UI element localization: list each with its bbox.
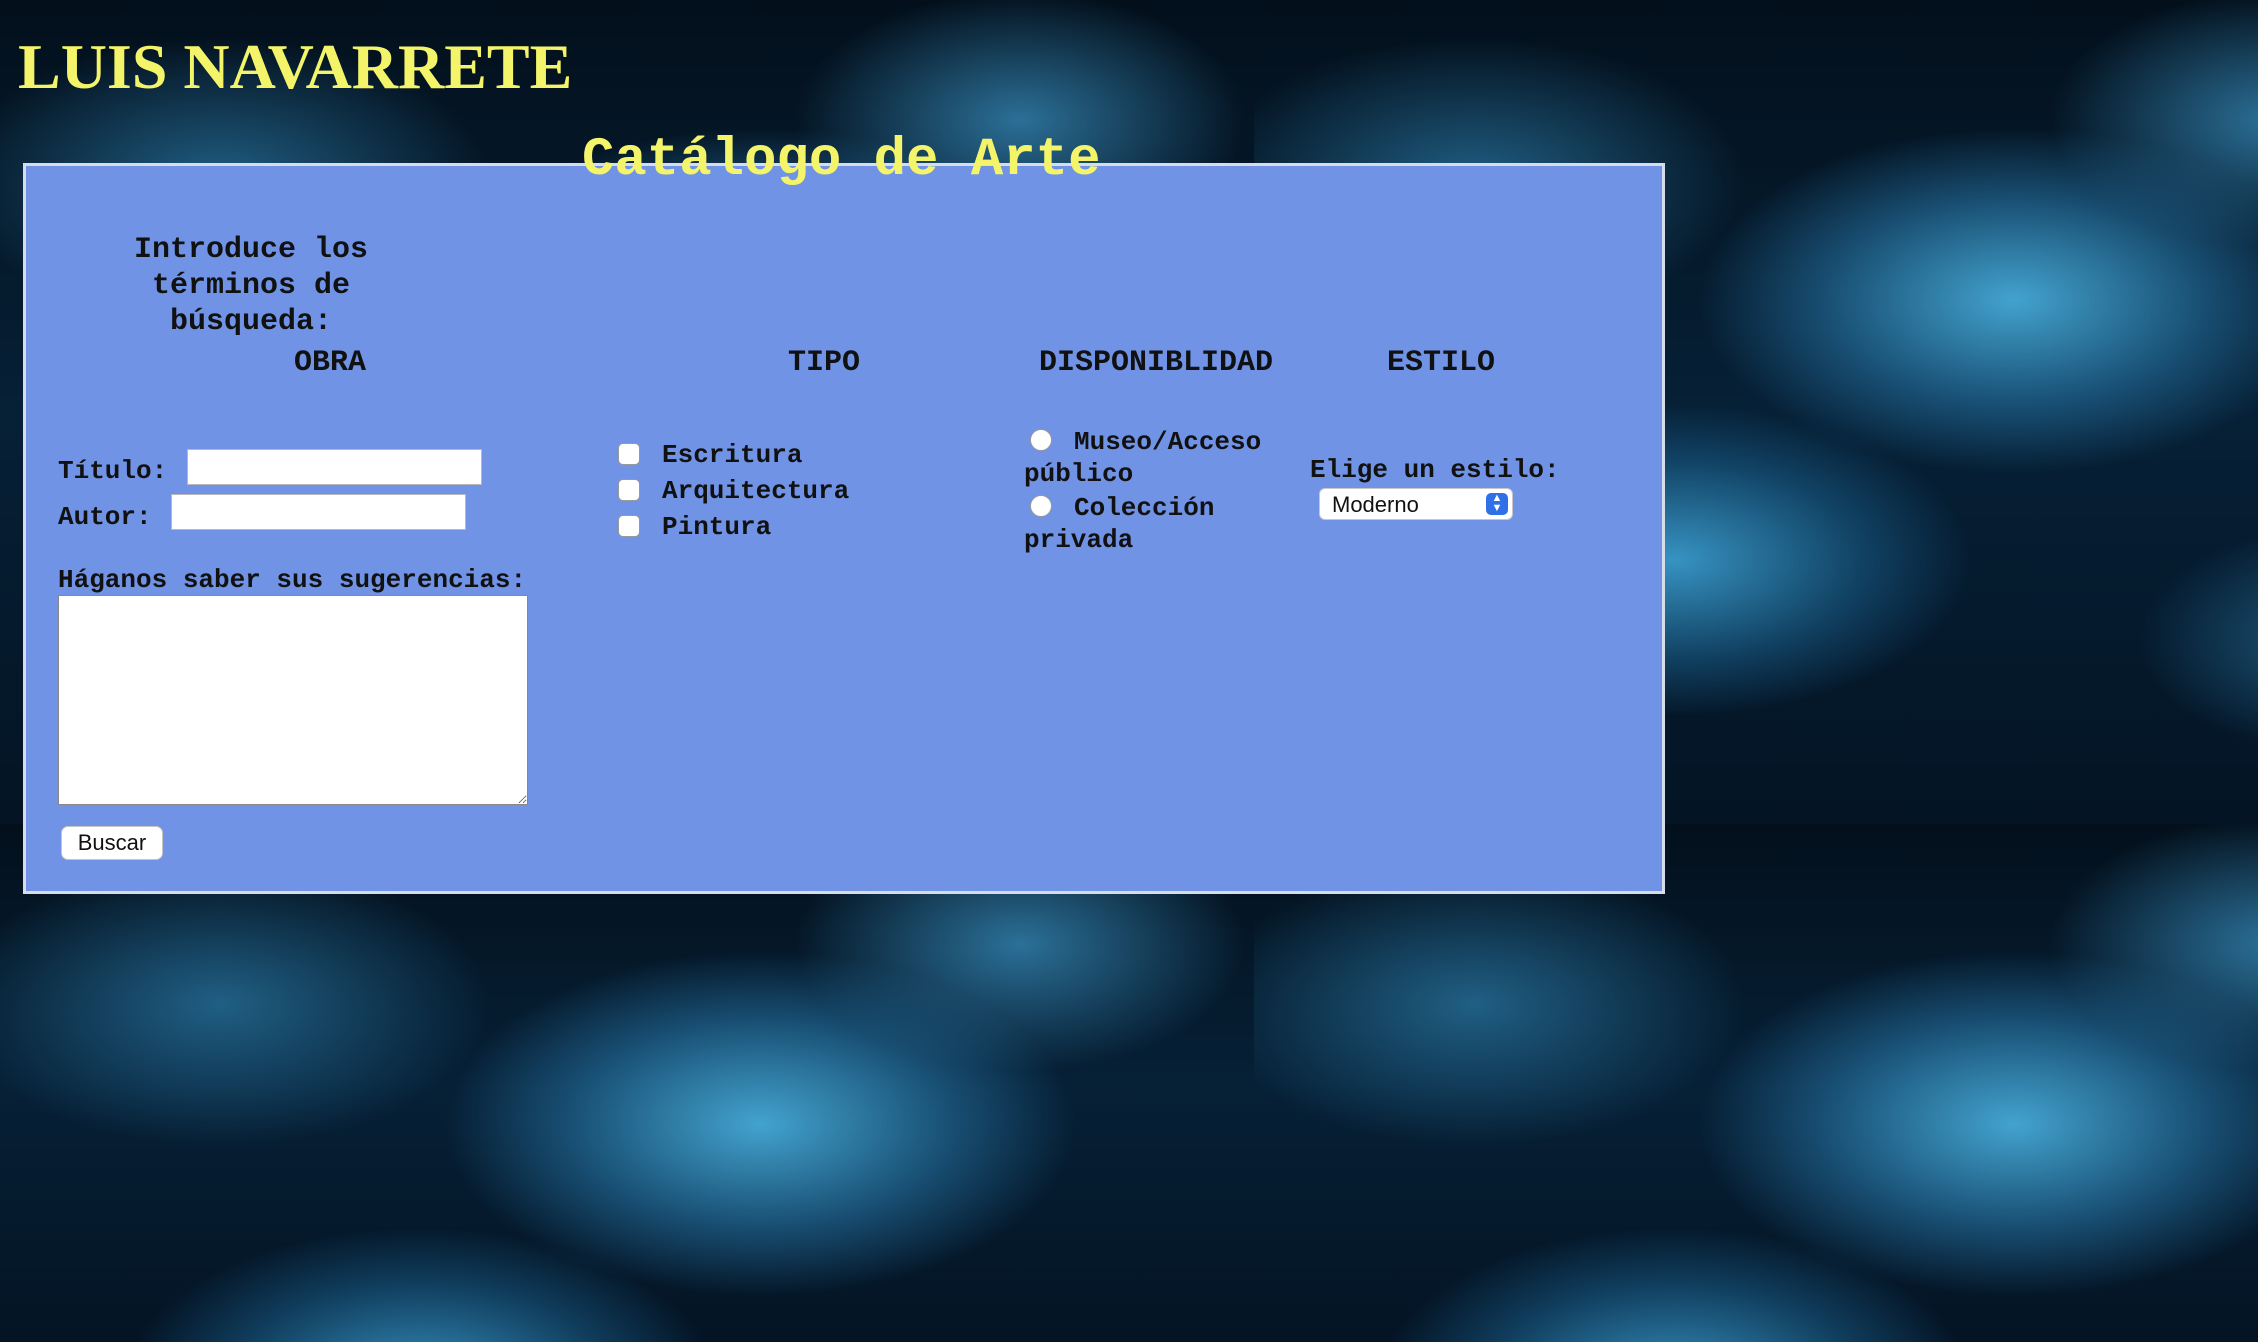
- background-smoke-tile: [0, 824, 1254, 1342]
- site-title: LUIS NAVARRETE: [18, 31, 573, 102]
- estilo-select[interactable]: Moderno ▲ ▼: [1319, 488, 1513, 520]
- escritura-checkbox[interactable]: [618, 443, 640, 465]
- museo-radio[interactable]: [1030, 429, 1052, 451]
- museo-label-line2: público: [1024, 459, 1134, 489]
- column-heading-obra: OBRA: [294, 346, 367, 380]
- column-heading-tipo: TIPO: [788, 346, 861, 380]
- sugerencias-textarea[interactable]: [58, 595, 528, 805]
- titulo-label: Título:: [58, 456, 168, 486]
- column-heading-estilo: ESTILO: [1387, 346, 1496, 380]
- estilo-label: Elige un estilo:: [1310, 455, 1560, 485]
- autor-label: Autor:: [58, 502, 152, 532]
- arquitectura-label: Arquitectura: [662, 476, 850, 506]
- column-heading-disponibilidad: DISPONIBLIDAD: [1039, 346, 1274, 380]
- background-smoke-tile: [1254, 824, 2258, 1342]
- buscar-button[interactable]: Buscar: [61, 826, 163, 860]
- form-legend: Catálogo de Arte: [582, 130, 1101, 191]
- art-catalog-form: Catálogo de Arte Introduce los términos …: [23, 130, 1665, 894]
- titulo-input[interactable]: [187, 449, 482, 485]
- sugerencias-label: Háganos saber sus sugerencias:: [58, 565, 527, 595]
- select-arrows-icon: ▲ ▼: [1486, 493, 1508, 515]
- arquitectura-checkbox[interactable]: [618, 479, 640, 501]
- intro-text: Introduce los términos de búsqueda:: [133, 233, 369, 339]
- pintura-checkbox[interactable]: [618, 515, 640, 537]
- escritura-label: Escritura: [662, 440, 803, 470]
- estilo-selected-value: Moderno: [1332, 492, 1419, 517]
- coleccion-radio[interactable]: [1030, 495, 1052, 517]
- coleccion-label-line2: privada: [1024, 525, 1134, 555]
- autor-input[interactable]: [171, 494, 466, 530]
- coleccion-label-line1: Colección: [1074, 493, 1215, 523]
- pintura-label: Pintura: [662, 512, 772, 542]
- museo-label-line1: Museo/Acceso: [1074, 427, 1262, 457]
